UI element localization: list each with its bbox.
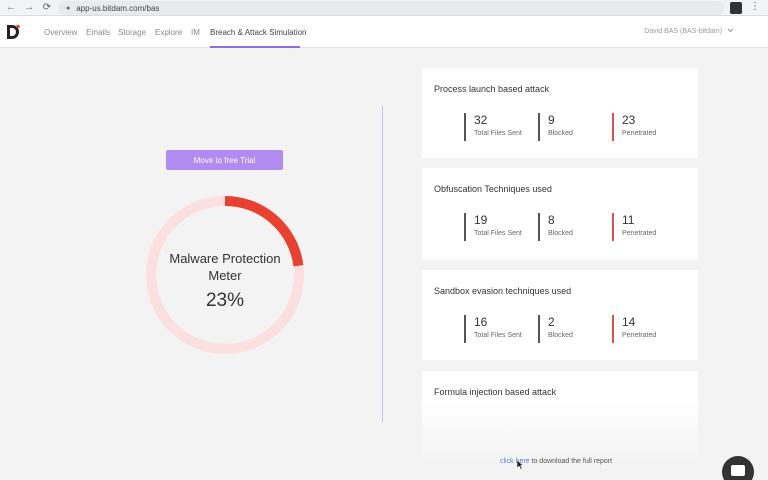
tab-breach-attack-simulation[interactable]: Breach & Attack Simulation xyxy=(210,28,307,37)
attack-card-sandbox-evasion[interactable]: Sandbox evasion techniques used 16 Total… xyxy=(422,270,698,360)
card-title: Sandbox evasion techniques used xyxy=(434,286,572,296)
back-arrow-icon[interactable]: ← xyxy=(4,1,18,15)
stat-blocked: 2 Blocked xyxy=(538,315,573,343)
tab-im[interactable]: IM xyxy=(191,28,200,37)
attack-card-process-launch[interactable]: Process launch based attack 32 Total Fil… xyxy=(422,68,698,158)
browser-toolbar: ← → ⟳ ● app-us.bitdam.com/bas ⋮ xyxy=(0,0,768,16)
forward-arrow-icon[interactable]: → xyxy=(22,1,36,15)
active-tab-indicator xyxy=(210,46,300,48)
meter-title: Malware Protection Meter xyxy=(169,251,281,283)
chat-icon[interactable] xyxy=(722,456,754,480)
lock-icon: ● xyxy=(66,4,71,12)
card-title: Obfuscation Techniques used xyxy=(434,184,552,194)
tab-storage[interactable]: Storage xyxy=(118,28,146,37)
url-text: app-us.bitdam.com/bas xyxy=(76,3,160,13)
reload-icon[interactable]: ⟳ xyxy=(40,1,54,15)
attack-card-obfuscation[interactable]: Obfuscation Techniques used 19 Total Fil… xyxy=(422,168,698,260)
stat-penetrated: 14 Penetrated xyxy=(612,315,656,343)
app-header: Overview Emails Storage Explore IM Breac… xyxy=(0,16,768,48)
stat-blocked: 8 Blocked xyxy=(538,213,573,241)
card-title: Formula injection based attack xyxy=(434,387,557,397)
chevron-down-icon xyxy=(727,28,734,33)
tab-overview[interactable]: Overview xyxy=(44,28,77,37)
mouse-cursor-icon xyxy=(516,460,524,470)
scroll-fade-overlay xyxy=(422,401,698,463)
stat-total-files-sent: 19 Total Files Sent xyxy=(464,213,522,241)
attack-card-formula-injection[interactable]: Formula injection based attack xyxy=(422,371,698,463)
stat-total-files-sent: 16 Total Files Sent xyxy=(464,315,522,343)
user-name: David BAS (BAS-bitdam) xyxy=(644,28,723,35)
profile-icon[interactable] xyxy=(730,2,742,14)
card-title: Process launch based attack xyxy=(434,84,550,94)
bitdam-logo-icon[interactable] xyxy=(6,24,20,40)
stat-blocked: 9 Blocked xyxy=(538,113,573,141)
download-report-link[interactable]: click here xyxy=(500,458,530,465)
panel-divider xyxy=(382,106,383,422)
move-to-free-trial-button[interactable]: Move to free Trial xyxy=(166,150,283,170)
stat-penetrated: 23 Penetrated xyxy=(612,113,656,141)
address-bar[interactable]: ● app-us.bitdam.com/bas xyxy=(58,1,724,15)
tab-emails[interactable]: Emails xyxy=(86,28,110,37)
user-menu[interactable]: David BAS (BAS-bitdam) xyxy=(644,28,734,35)
tab-explore[interactable]: Explore xyxy=(155,28,182,37)
stat-penetrated: 11 Penetrated xyxy=(612,213,656,241)
meter-value: 23% xyxy=(205,290,245,311)
kebab-menu-icon[interactable]: ⋮ xyxy=(750,1,760,12)
stat-total-files-sent: 32 Total Files Sent xyxy=(464,113,522,141)
